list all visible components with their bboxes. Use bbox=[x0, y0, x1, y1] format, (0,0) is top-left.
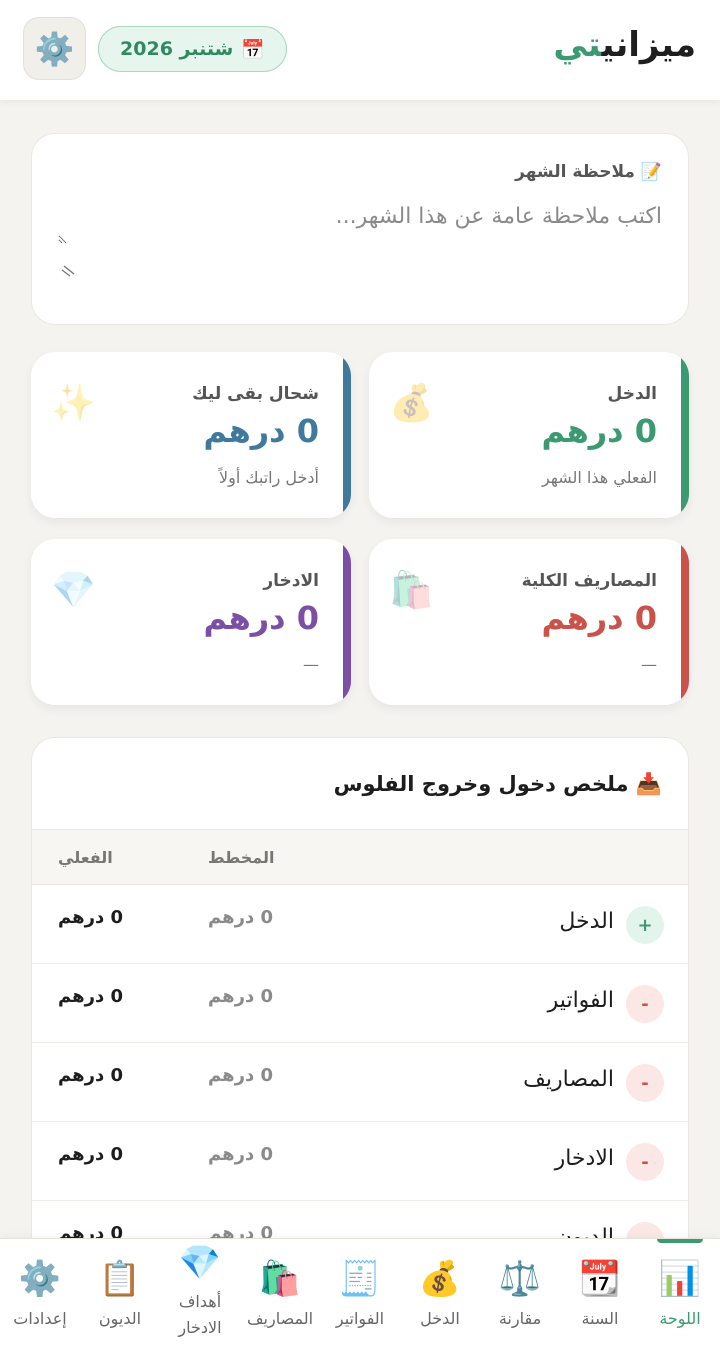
nav-label: السنة bbox=[581, 1309, 619, 1328]
row-planned: 0 درهم bbox=[208, 1065, 273, 1086]
income-accent-bar bbox=[681, 352, 689, 518]
expenses-value: 0 درهم bbox=[541, 599, 657, 637]
money-bag-icon: 💰 bbox=[418, 1259, 462, 1299]
expenses-title: المصاريف الكلية bbox=[521, 571, 657, 591]
nav-item-compare[interactable]: ⚖️ مقارنة bbox=[480, 1239, 560, 1354]
sparkles-icon: ✨ bbox=[51, 383, 96, 424]
receipt-icon: 🧾 bbox=[338, 1259, 382, 1299]
row-actual: 0 درهم bbox=[58, 907, 123, 928]
gear-icon: ⚙️ bbox=[18, 1259, 62, 1299]
month-label: شتنبر 2026 bbox=[120, 38, 234, 60]
col-actual-header: الفعلي bbox=[58, 848, 113, 867]
dashboard-chart-icon: 📊 bbox=[658, 1259, 702, 1299]
plus-icon: + bbox=[626, 906, 664, 944]
nav-label: الديون bbox=[98, 1309, 142, 1328]
remaining-accent-bar bbox=[343, 352, 351, 518]
row-actual: 0 درهم bbox=[58, 1065, 123, 1086]
table-row: - الفواتير 0 درهم 0 درهم bbox=[32, 964, 688, 1043]
scale-icon: ⚖️ bbox=[498, 1259, 542, 1299]
summary-table-header: المخطط الفعلي bbox=[32, 829, 688, 885]
app-header: ميزانيتي 📅 شتنبر 2026 ⚙️ bbox=[0, 0, 720, 100]
settings-button[interactable]: ⚙️ bbox=[23, 17, 86, 80]
remaining-sub: أدخل راتبك أولاً bbox=[219, 468, 319, 487]
app-title-accent: تي bbox=[553, 25, 602, 65]
nav-label: اللوحة bbox=[659, 1309, 701, 1328]
nav-label: أهداف الادخار bbox=[178, 1292, 222, 1337]
nav-item-expenses[interactable]: 🛍️ المصاريف bbox=[240, 1239, 320, 1354]
expenses-accent-bar bbox=[681, 539, 689, 705]
nav-label: مقارنة bbox=[498, 1309, 542, 1328]
minus-icon: - bbox=[626, 1064, 664, 1102]
summary-title: 📥 ملخص دخول وخروج الفلوس bbox=[334, 772, 662, 797]
table-row: - الادخار 0 درهم 0 درهم bbox=[32, 1122, 688, 1201]
savings-sub: — bbox=[303, 655, 319, 674]
savings-title: الادخار bbox=[263, 571, 319, 591]
calendar-icon: 📅 bbox=[241, 38, 265, 61]
savings-card[interactable]: الادخار 0 درهم — 💎 bbox=[31, 539, 351, 705]
shopping-bags-icon: 🛍️ bbox=[389, 570, 434, 611]
month-note-card: 📝 ملاحظة الشهر bbox=[31, 133, 689, 325]
nav-label: الدخل bbox=[420, 1309, 460, 1328]
nav-label: الفواتير bbox=[335, 1309, 385, 1328]
memo-icon: 📝 bbox=[640, 162, 662, 182]
app-title-main: ميزاني bbox=[601, 25, 696, 65]
cashflow-summary-card: 📥 ملخص دخول وخروج الفلوس المخطط الفعلي +… bbox=[31, 737, 689, 1297]
month-note-input[interactable] bbox=[58, 204, 662, 244]
income-card[interactable]: الدخل 0 درهم الفعلي هذا الشهر 💰 bbox=[369, 352, 689, 518]
remaining-value: 0 درهم bbox=[203, 412, 319, 450]
income-value: 0 درهم bbox=[541, 412, 657, 450]
clipboard-icon: 📋 bbox=[98, 1259, 142, 1299]
gem-icon: 💎 bbox=[51, 570, 96, 611]
summary-title-text: ملخص دخول وخروج الفلوس bbox=[333, 772, 629, 796]
row-planned: 0 درهم bbox=[208, 1144, 273, 1165]
expenses-card[interactable]: المصاريف الكلية 0 درهم — 🛍️ bbox=[369, 539, 689, 705]
row-label: المصاريف bbox=[523, 1067, 614, 1092]
nav-label: إعدادات bbox=[13, 1309, 67, 1328]
nav-item-settings[interactable]: ⚙️ إعدادات bbox=[0, 1239, 80, 1354]
nav-item-income[interactable]: 💰 الدخل bbox=[400, 1239, 480, 1354]
nav-item-dashboard[interactable]: 📊 اللوحة bbox=[640, 1239, 720, 1354]
nav-item-year[interactable]: 📆 السنة bbox=[560, 1239, 640, 1354]
col-planned-header: المخطط bbox=[208, 848, 275, 867]
savings-accent-bar bbox=[343, 539, 351, 705]
savings-value: 0 درهم bbox=[203, 599, 319, 637]
row-planned: 0 درهم bbox=[208, 986, 273, 1007]
shopping-bags-icon: 🛍️ bbox=[258, 1259, 302, 1299]
row-label: الادخار bbox=[554, 1146, 614, 1171]
money-bag-icon: 💰 bbox=[389, 383, 434, 424]
bottom-navigation: 📊 اللوحة 📆 السنة ⚖️ مقارنة 💰 الدخل 🧾 الف… bbox=[0, 1238, 720, 1354]
remaining-card[interactable]: شحال بقى ليك 0 درهم أدخل راتبك أولاً ✨ bbox=[31, 352, 351, 518]
year-calendar-icon: 📆 bbox=[578, 1259, 622, 1299]
income-sub: الفعلي هذا الشهر bbox=[541, 468, 657, 487]
minus-icon: - bbox=[626, 1143, 664, 1181]
resize-grip-icon[interactable] bbox=[60, 262, 76, 278]
nav-item-bills[interactable]: 🧾 الفواتير bbox=[320, 1239, 400, 1354]
note-label: 📝 ملاحظة الشهر bbox=[515, 162, 662, 182]
row-label: الدخل bbox=[559, 909, 614, 934]
row-planned: 0 درهم bbox=[208, 907, 273, 928]
inbox-tray-icon: 📥 bbox=[635, 772, 662, 796]
gear-icon: ⚙️ bbox=[34, 29, 75, 68]
row-actual: 0 درهم bbox=[58, 986, 123, 1007]
minus-icon: - bbox=[626, 985, 664, 1023]
expenses-sub: — bbox=[641, 655, 657, 674]
note-label-text: ملاحظة الشهر bbox=[515, 162, 635, 182]
app-title: ميزانيتي bbox=[553, 22, 696, 68]
active-tab-indicator bbox=[657, 1239, 703, 1243]
row-actual: 0 درهم bbox=[58, 1144, 123, 1165]
nav-item-savings-goals[interactable]: 💎 أهداف الادخار bbox=[160, 1239, 240, 1354]
gem-icon: 💎 bbox=[178, 1243, 222, 1283]
income-title: الدخل bbox=[607, 384, 657, 404]
nav-label: المصاريف bbox=[246, 1309, 314, 1328]
row-label: الفواتير bbox=[547, 988, 614, 1013]
remaining-title: شحال بقى ليك bbox=[192, 384, 319, 404]
nav-item-debts[interactable]: 📋 الديون bbox=[80, 1239, 160, 1354]
table-row: + الدخل 0 درهم 0 درهم bbox=[32, 885, 688, 964]
month-selector[interactable]: 📅 شتنبر 2026 bbox=[98, 26, 287, 72]
table-row: - المصاريف 0 درهم 0 درهم bbox=[32, 1043, 688, 1122]
